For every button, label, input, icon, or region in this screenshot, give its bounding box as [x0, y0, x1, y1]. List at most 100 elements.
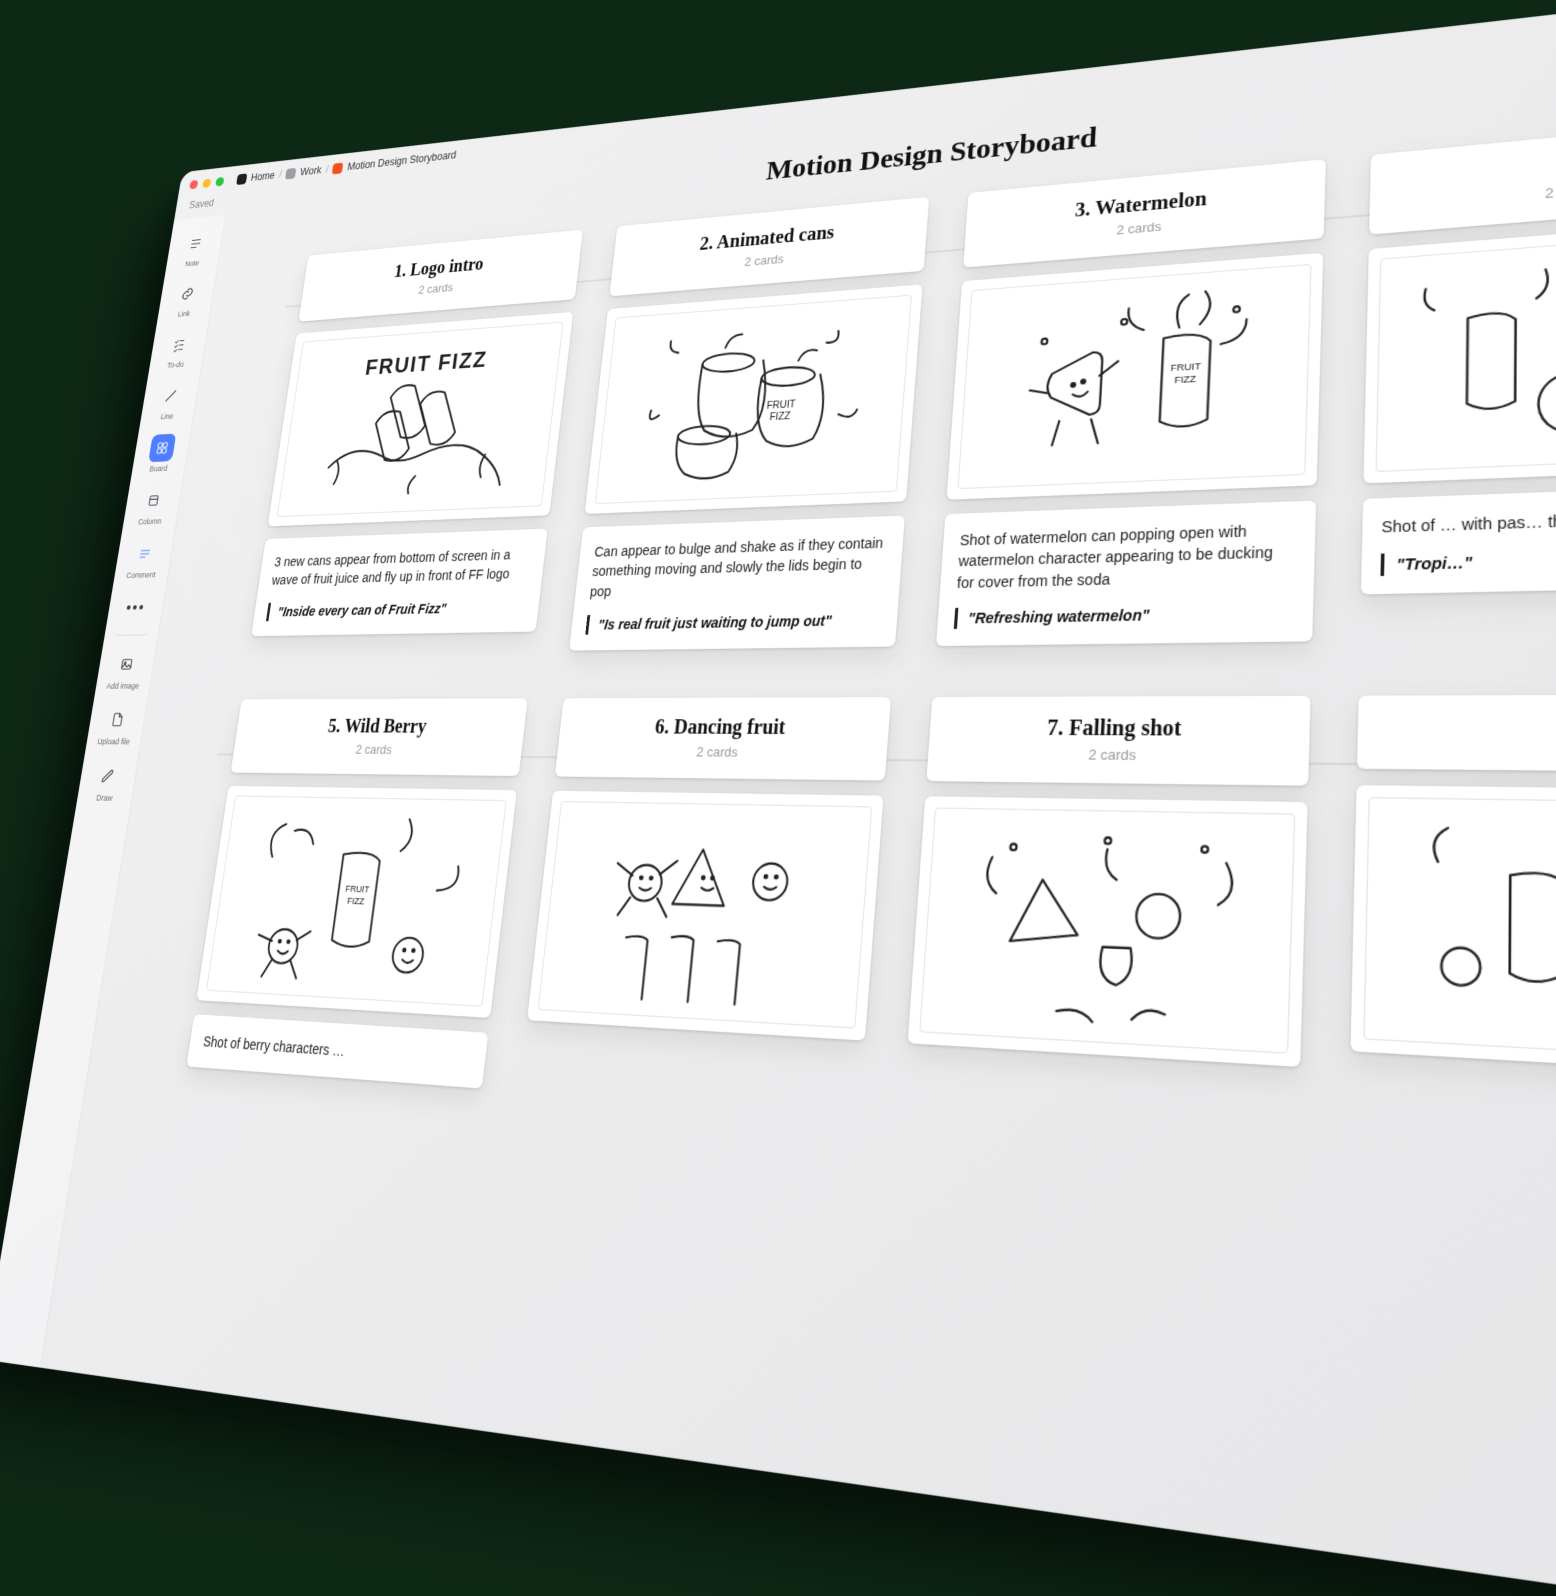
- tool-note-label: Note: [185, 259, 200, 268]
- main-area: Motion Design Storyboard 1. Logo intro 2…: [41, 20, 1556, 1596]
- board-column-4[interactable]: 4. 2 cards Shot of … with: [1360, 116, 1556, 641]
- sketch-dancing-fruit: [538, 801, 873, 1029]
- note-icon: [182, 229, 210, 257]
- sketch-partial-2: [1363, 797, 1556, 1063]
- sketch-card[interactable]: FRUIT FIZZ: [585, 284, 923, 514]
- card-quote: "Refreshing watermelon": [954, 601, 1295, 629]
- sketch-card[interactable]: [1363, 216, 1556, 483]
- tool-link[interactable]: Link: [162, 274, 211, 325]
- sketch-wild-berry: FRUIT FIZZ: [206, 795, 507, 1006]
- link-icon: [173, 280, 201, 309]
- close-icon[interactable]: [189, 179, 198, 189]
- tool-line-label: Line: [160, 413, 174, 421]
- tool-comment-label: Comment: [126, 571, 156, 580]
- description-card[interactable]: Shot of … with pas… through "Tropi…": [1361, 483, 1556, 595]
- tool-comment[interactable]: Comment: [119, 534, 169, 586]
- sketch-card[interactable]: FRUIT FIZZ: [196, 786, 517, 1018]
- sketch-falling-shot: [919, 807, 1295, 1053]
- tool-add-image[interactable]: Add image: [100, 644, 151, 696]
- card-description: 3 new cans appear from bottom of screen …: [271, 544, 532, 589]
- minimize-icon[interactable]: [202, 178, 211, 188]
- tool-draw[interactable]: Draw: [81, 755, 132, 808]
- sketch-card[interactable]: FRUIT FIZZ: [268, 312, 574, 527]
- image-icon: [112, 650, 141, 679]
- description-card[interactable]: 3 new cans appear from bottom of screen …: [251, 529, 548, 636]
- card-description: Shot of berry characters …: [202, 1031, 472, 1071]
- tool-line[interactable]: Line: [145, 376, 194, 427]
- card-description: Shot of … with pas… through: [1381, 503, 1556, 539]
- column-card-count: 2 cards: [246, 741, 508, 757]
- sketch-animated-cans: FRUIT FIZZ: [595, 295, 912, 504]
- tool-add-image-label: Add image: [106, 682, 140, 690]
- column-card-count: [1377, 748, 1556, 750]
- tool-todo[interactable]: To-do: [154, 325, 203, 376]
- tool-todo-label: To-do: [167, 361, 185, 370]
- board-column-2[interactable]: 2. Animated cans 2 cards FRUIT FIZZ: [569, 197, 929, 651]
- draw-icon: [93, 761, 122, 791]
- svg-text:FIZZ: FIZZ: [769, 410, 791, 423]
- tool-upload[interactable]: Upload file: [91, 699, 142, 751]
- board-grid: 1. Logo intro 2 cards FRUIT FIZZ: [138, 115, 1556, 1190]
- svg-text:FRUIT: FRUIT: [345, 883, 371, 895]
- card-quote: "Is real fruit just waiting to jump out": [585, 609, 881, 634]
- column-icon: [139, 486, 167, 515]
- board-column-8[interactable]: 8.: [1348, 694, 1556, 1188]
- crumb-sep: /: [325, 163, 329, 175]
- board-column-1[interactable]: 1. Logo intro 2 cards FRUIT FIZZ: [248, 230, 583, 655]
- svg-text:FRUIT: FRUIT: [1170, 361, 1201, 374]
- sketch-card[interactable]: [1350, 785, 1556, 1077]
- crumb-home[interactable]: Home: [250, 169, 275, 183]
- tool-link-label: Link: [177, 310, 190, 319]
- traffic-lights[interactable]: [189, 176, 224, 189]
- description-card[interactable]: Shot of watermelon can popping open with…: [936, 501, 1316, 646]
- column-header[interactable]: 5. Wild Berry 2 cards: [231, 698, 528, 776]
- card-quote: "Inside every can of Fruit Fizz": [266, 597, 526, 621]
- board-icon: [148, 434, 176, 463]
- tool-more[interactable]: •••: [113, 588, 157, 636]
- zoom-icon[interactable]: [215, 176, 224, 186]
- svg-text:FIZZ: FIZZ: [347, 895, 366, 906]
- board-column-5[interactable]: 5. Wild Berry 2 cards FRUIT FIZZ: [186, 698, 527, 1089]
- tool-note[interactable]: Note: [170, 224, 218, 275]
- line-icon: [156, 382, 184, 411]
- sketch-watermelon: FRUIT FIZZ: [957, 264, 1311, 489]
- description-card[interactable]: Can appear to bulge and shake as if they…: [569, 516, 905, 651]
- crumb-work[interactable]: Work: [300, 164, 323, 178]
- sketch-card[interactable]: [527, 791, 883, 1041]
- crumb-doc[interactable]: Motion Design Storyboard: [347, 149, 457, 173]
- sketch-card[interactable]: FRUIT FIZZ: [946, 253, 1323, 500]
- tool-board[interactable]: Board: [136, 428, 185, 479]
- column-card-count: 2 cards: [571, 743, 871, 761]
- upload-icon: [103, 705, 132, 734]
- tool-column[interactable]: Column: [127, 480, 177, 531]
- tool-board-label: Board: [149, 465, 168, 474]
- more-icon: •••: [121, 593, 150, 622]
- column-title: 8.: [1377, 716, 1556, 745]
- board-column-6[interactable]: 6. Dancing fruit 2 cards: [519, 697, 891, 1117]
- board-column-3[interactable]: 3. Watermelon 2 cards FRUIT FIZZ: [936, 159, 1326, 646]
- svg-text:FRUIT FIZZ: FRUIT FIZZ: [364, 346, 489, 379]
- card-description: Shot of watermelon can popping open with…: [956, 519, 1297, 593]
- column-title: 7. Falling shot: [946, 716, 1291, 742]
- card-quote: "Tropi…": [1380, 543, 1556, 576]
- svg-text:FIZZ: FIZZ: [1174, 373, 1197, 385]
- crumb-icon-home: [236, 173, 247, 185]
- column-header[interactable]: 6. Dancing fruit 2 cards: [555, 697, 891, 780]
- card-description: Can appear to bulge and shake as if they…: [589, 532, 888, 601]
- sketch-logo-intro: FRUIT FIZZ: [277, 322, 564, 518]
- crumb-icon-work: [285, 167, 296, 179]
- sketch-card[interactable]: [908, 796, 1308, 1067]
- column-title: 6. Dancing fruit: [574, 716, 874, 741]
- board-column-7[interactable]: 7. Falling shot 2 cards: [902, 696, 1311, 1150]
- column-title: 5. Wild Berry: [249, 716, 512, 739]
- tool-draw-label: Draw: [96, 794, 113, 803]
- column-header[interactable]: 7. Falling shot 2 cards: [926, 696, 1310, 786]
- tool-upload-label: Upload file: [97, 738, 131, 746]
- comment-icon: [130, 539, 158, 568]
- app-window: Home / Work / Motion Design Storyboard S…: [0, 0, 1556, 1596]
- column-header[interactable]: 8.: [1357, 694, 1556, 773]
- column-card-count: 2 cards: [945, 745, 1291, 764]
- sketch-partial: [1376, 228, 1556, 472]
- tool-column-label: Column: [138, 517, 162, 526]
- description-card[interactable]: Shot of berry characters …: [186, 1014, 488, 1089]
